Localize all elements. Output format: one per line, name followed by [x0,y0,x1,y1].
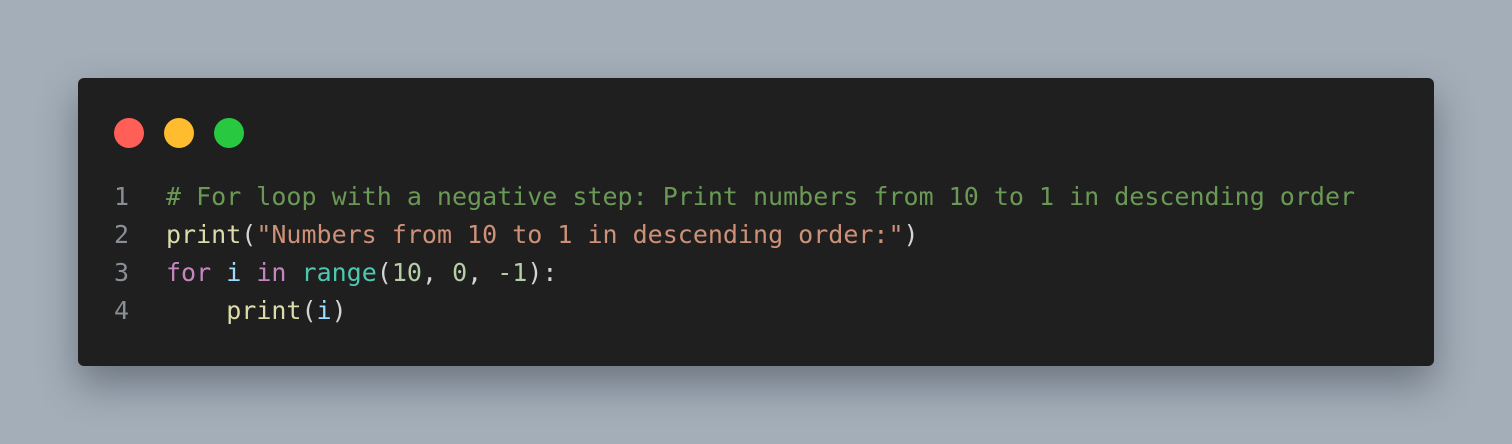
code-token-punc [211,258,226,287]
code-window: 1 # For loop with a negative step: Print … [78,78,1434,366]
line-number: 4 [114,296,130,325]
line-number: 2 [114,220,130,249]
line-number: 3 [114,258,130,287]
code-line: 2 print("Numbers from 10 to 1 in descendi… [78,216,1434,254]
code-token-number: -1 [497,258,528,287]
minimize-dot-icon[interactable] [164,118,194,148]
code-token-punc [286,258,301,287]
code-line: 3 for i in range(10, 0, -1): [78,254,1434,292]
code-text: # For loop with a negative step: Print n… [166,178,1355,216]
code-token-func: print [226,296,302,325]
code-token-number: 10 [391,258,422,287]
code-token-keyword: in [256,258,287,287]
code-token-punc: ) [331,296,347,325]
code-token-number: 0 [452,258,468,287]
code-token-punc [166,296,226,325]
code-token-punc: ( [241,220,257,249]
code-token-punc: ( [301,296,317,325]
close-dot-icon[interactable] [114,118,144,148]
line-number: 1 [114,182,130,211]
code-token-punc: , [467,258,498,287]
code-token-punc [241,258,256,287]
code-token-punc: , [421,258,453,287]
code-line: 1 # For loop with a negative step: Print … [78,178,1434,216]
code-token-punc: ) [903,220,919,249]
code-text: print("Numbers from 10 to 1 in descendin… [166,216,919,254]
maximize-dot-icon[interactable] [214,118,244,148]
code-block: 1 # For loop with a negative step: Print … [78,178,1434,330]
code-line: 4 print(i) [78,292,1434,330]
code-token-var: i [316,296,332,325]
code-token-punc: ): [527,258,558,287]
code-token-string: "Numbers from 10 to 1 in descending orde… [256,220,904,249]
code-token-builtin: range [301,258,377,287]
code-token-keyword: for [166,258,212,287]
code-token-var: i [226,258,242,287]
code-text: print(i) [166,292,347,330]
code-token-comment: # For loop with a negative step: Print n… [166,182,1356,211]
code-token-punc: ( [376,258,392,287]
code-token-func: print [166,220,242,249]
code-text: for i in range(10, 0, -1): [166,254,557,292]
